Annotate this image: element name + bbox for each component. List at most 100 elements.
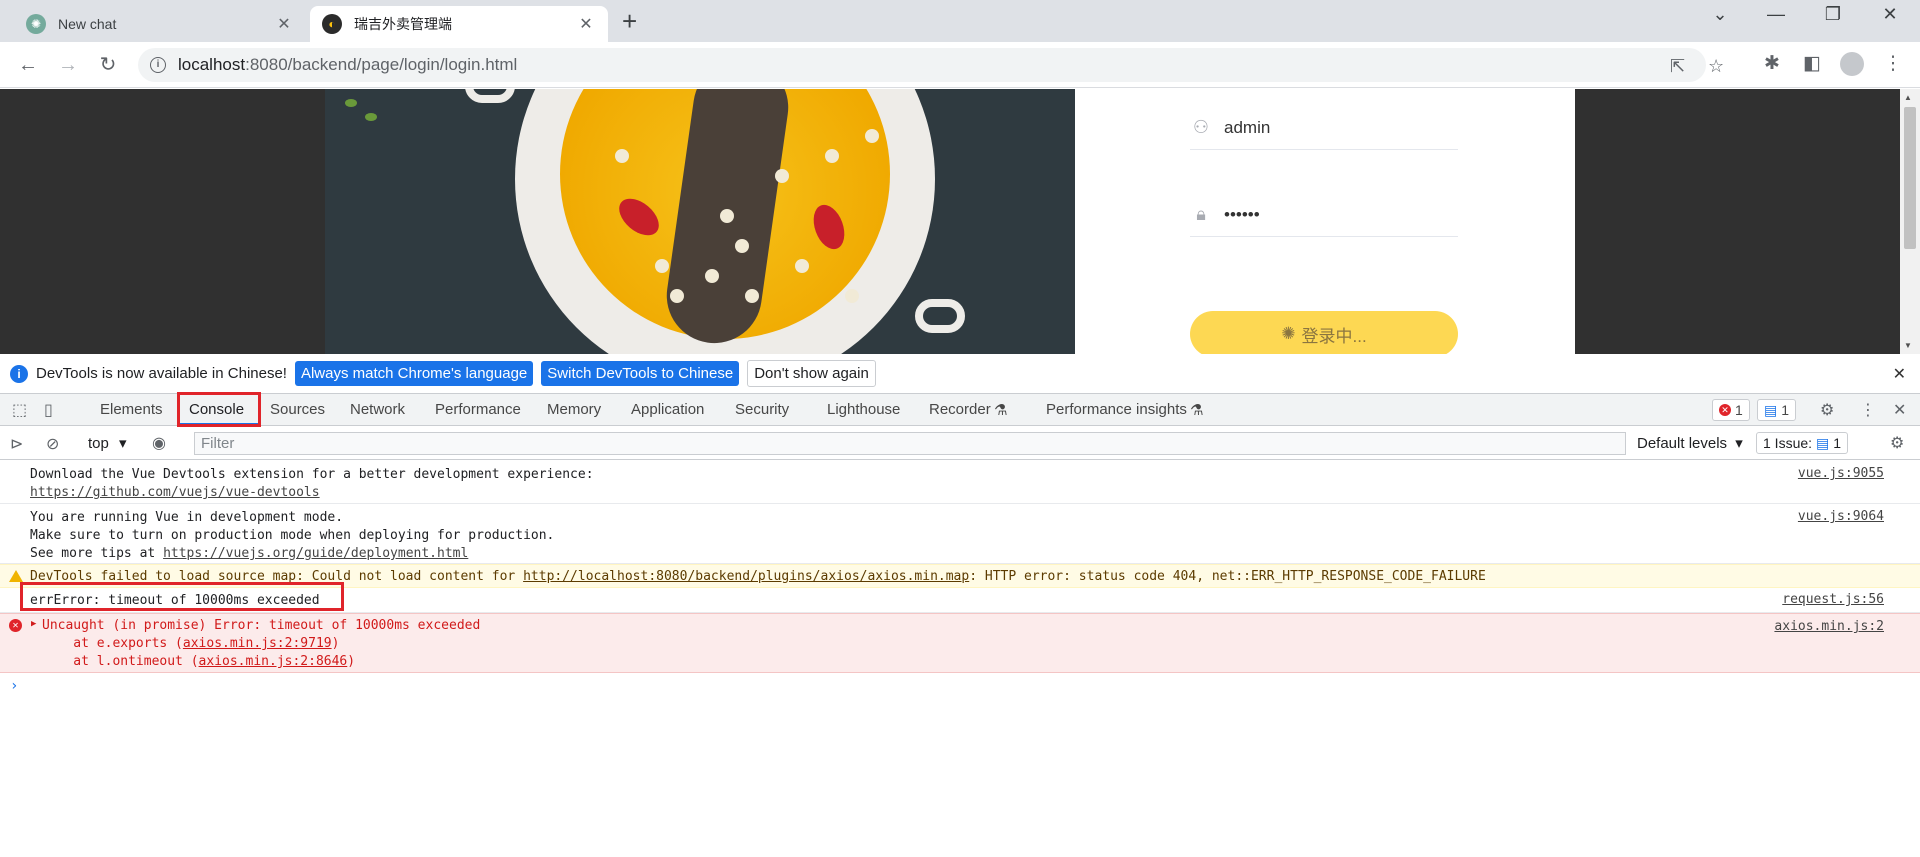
issues-count: 1 [1833, 435, 1842, 451]
message-icon: ▤ [1764, 401, 1778, 418]
live-expression-eye-icon[interactable]: ◉ [152, 433, 166, 453]
issues-button[interactable]: 1 Issue: ▤ 1 [1756, 432, 1849, 454]
close-icon[interactable]: ✕ [1893, 364, 1906, 384]
bowl-handle [915, 299, 965, 333]
error-count: 1 [1735, 402, 1743, 418]
message-text: Download the Vue Devtools extension for … [30, 466, 594, 502]
barley [705, 269, 719, 283]
bookmark-star-icon[interactable]: ☆ [1708, 56, 1724, 77]
device-toolbar-icon[interactable]: ▯ [44, 400, 53, 420]
back-icon[interactable]: ← [14, 52, 42, 80]
tab-performance-insights[interactable]: Performance insights [1046, 401, 1187, 418]
reload-icon[interactable]: ↻ [94, 52, 122, 80]
tab-search-icon[interactable]: ⌄ [1700, 4, 1740, 25]
login-button[interactable]: ✺ 登录中... [1190, 311, 1458, 354]
tab-title: New chat [58, 16, 117, 32]
source-link[interactable]: axios.min.js:2 [1774, 619, 1884, 634]
inspect-element-icon[interactable]: ⬚ [12, 400, 27, 420]
message-text: Uncaught (in promise) Error: timeout of … [42, 617, 480, 671]
always-match-language-button[interactable]: Always match Chrome's language [294, 361, 534, 386]
page-scrollbar[interactable]: ▲ ▼ [1900, 89, 1920, 354]
annotation-highlight-box [20, 582, 344, 611]
address-bar[interactable]: i localhost:8080/backend/page/login/logi… [138, 48, 1724, 82]
loading-spinner-icon: ✺ [1281, 324, 1296, 343]
scrollbar-thumb[interactable] [1904, 107, 1916, 249]
stack-frame-link[interactable]: axios.min.js:2:9719 [183, 636, 332, 651]
side-panel-icon[interactable]: ◧ [1799, 52, 1825, 75]
source-link[interactable]: vue.js:9055 [1798, 466, 1884, 481]
extensions-icon[interactable]: ✱ [1759, 52, 1785, 75]
stack-frame-link[interactable]: axios.min.js:2:8646 [199, 654, 348, 669]
expand-triangle-icon[interactable]: ▶ [31, 619, 36, 629]
dont-show-again-button[interactable]: Don't show again [747, 360, 876, 387]
settings-gear-icon[interactable]: ⚙ [1820, 400, 1834, 420]
message-line: ) [331, 636, 340, 651]
source-link[interactable]: vue.js:9064 [1798, 509, 1884, 524]
site-info-icon[interactable]: i [150, 57, 166, 73]
issues-label: 1 Issue: [1763, 435, 1813, 451]
sourcemap-link[interactable]: http://localhost:8080/backend/plugins/ax… [523, 569, 969, 584]
warning-icon [9, 570, 23, 582]
tab-new-chat[interactable]: ✺ New chat ✕ [14, 6, 306, 42]
tab-memory[interactable]: Memory [547, 401, 601, 418]
food-image [325, 89, 1075, 354]
context-selector[interactable]: top ▾ [88, 434, 127, 452]
tab-elements[interactable]: Elements [100, 401, 163, 418]
filter-input[interactable]: Filter [194, 432, 1626, 455]
close-devtools-icon[interactable]: ✕ [1893, 400, 1906, 420]
info-icon: i [10, 364, 28, 383]
site-logo-icon: ◐ [322, 14, 342, 34]
dropdown-arrow-icon: ▾ [1735, 435, 1743, 452]
devtools-language-infobar: i DevTools is now available in Chinese! … [0, 354, 1920, 394]
vue-deployment-link[interactable]: https://vuejs.org/guide/deployment.html [163, 546, 468, 561]
share-icon[interactable]: ⇱ [1670, 56, 1685, 77]
browser-menu-icon[interactable]: ⋮ [1880, 52, 1906, 75]
close-icon[interactable]: ✕ [576, 14, 596, 34]
message-line: ) [347, 654, 356, 669]
sidebar-toggle-icon[interactable]: ⊳ [10, 434, 23, 454]
tab-ruiji[interactable]: ◐ 瑞吉外卖管理端 ✕ [310, 6, 608, 42]
barley [615, 149, 629, 163]
switch-to-chinese-button[interactable]: Switch DevTools to Chinese [541, 361, 740, 386]
message-line: at l.ontimeout ( [42, 654, 199, 669]
tab-recorder[interactable]: Recorder [929, 401, 991, 418]
error-count-badge[interactable]: ✕ 1 [1712, 399, 1750, 421]
username-field[interactable]: ⚇ admin [1190, 106, 1458, 150]
scroll-down-icon[interactable]: ▼ [1904, 341, 1912, 350]
tab-lighthouse[interactable]: Lighthouse [827, 401, 900, 418]
console-settings-gear-icon[interactable]: ⚙ [1890, 433, 1904, 453]
tab-security[interactable]: Security [735, 401, 789, 418]
window-close-icon[interactable]: ✕ [1870, 4, 1910, 25]
experimental-flask-icon: ⚗ [1190, 402, 1204, 419]
tab-network[interactable]: Network [350, 401, 405, 418]
bowl-handle [465, 89, 515, 103]
clear-console-icon[interactable]: ⊘ [46, 434, 59, 454]
devtools-menu-icon[interactable]: ⋮ [1860, 400, 1876, 420]
error-icon: ✕ [9, 619, 22, 632]
profile-avatar-icon[interactable] [1839, 52, 1865, 82]
new-tab-button[interactable]: + [622, 8, 637, 34]
barley [720, 209, 734, 223]
forward-icon[interactable]: → [54, 52, 82, 80]
barley [775, 169, 789, 183]
message-count-badge[interactable]: ▤ 1 [1757, 399, 1797, 421]
message-count: 1 [1781, 402, 1790, 418]
tab-sources[interactable]: Sources [270, 401, 325, 418]
tab-application[interactable]: Application [631, 401, 704, 418]
minimize-icon[interactable]: — [1756, 4, 1796, 25]
vue-devtools-link[interactable]: https://github.com/vuejs/vue-devtools [30, 485, 320, 500]
restore-icon[interactable]: ❐ [1813, 4, 1853, 25]
annotation-highlight-box [177, 392, 261, 427]
scroll-up-icon[interactable]: ▲ [1904, 93, 1912, 102]
herb-leaf [345, 99, 357, 107]
infobar-message: DevTools is now available in Chinese! [36, 365, 287, 382]
close-icon[interactable]: ✕ [274, 14, 294, 34]
source-link[interactable]: request.js:56 [1782, 592, 1884, 607]
message-line: at e.exports ( [42, 636, 183, 651]
log-levels-dropdown[interactable]: Default levels ▾ [1637, 434, 1743, 452]
console-prompt-icon[interactable]: › [10, 678, 18, 694]
tab-performance[interactable]: Performance [435, 401, 521, 418]
password-field[interactable]: 🔒︎ •••••• [1190, 193, 1458, 237]
message-line: Uncaught (in promise) Error: timeout of … [42, 618, 481, 633]
login-button-label: 登录中... [1301, 326, 1367, 346]
